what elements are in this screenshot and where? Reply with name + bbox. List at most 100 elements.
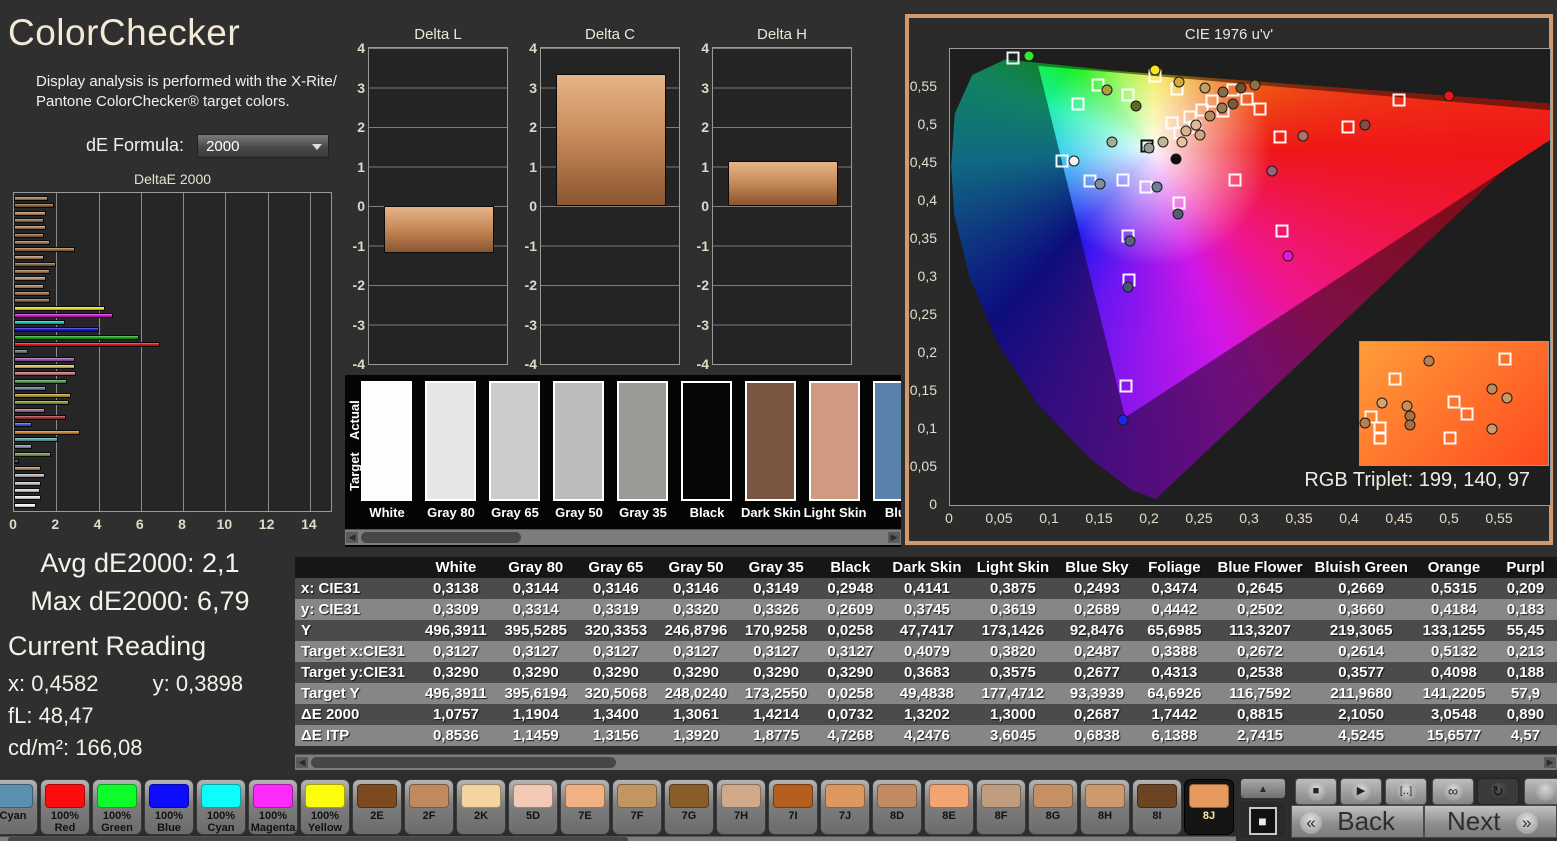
current-cdm2: cd/m²: 166,08	[8, 735, 143, 760]
table-col-header: Light Skin	[969, 557, 1057, 578]
patch-swatch	[461, 784, 501, 808]
patch-label: 7J	[838, 810, 852, 822]
target-square-marker	[1116, 173, 1130, 187]
measured-circle-marker	[1204, 110, 1216, 122]
color-swatch	[553, 381, 604, 501]
scroll-right-icon[interactable]: ▶	[1544, 757, 1556, 768]
patch-button-8j[interactable]: 8J	[1184, 779, 1234, 835]
patch-button-8d[interactable]: 8D	[872, 779, 922, 835]
patch-button-8h[interactable]: 8H	[1080, 779, 1130, 835]
patch-button-7j[interactable]: 7J	[820, 779, 870, 835]
patch-button-7g[interactable]: 7G	[664, 779, 714, 835]
continuous-measure-button[interactable]: ∞	[1432, 778, 1474, 805]
stop-button[interactable]: ■	[1295, 778, 1337, 805]
table-cell: 1,3400	[575, 704, 656, 725]
delta-y-tick: 3	[701, 79, 709, 96]
bottom-scrollbar[interactable]	[0, 836, 1236, 841]
single-measure-button[interactable]: [‥]	[1385, 778, 1427, 805]
table-scrollbar[interactable]: ◀ ▶	[295, 754, 1557, 770]
table-row-label: Y	[295, 620, 417, 641]
square-pattern-icon: ■	[1248, 807, 1277, 835]
swatch-label: Dark Skin	[741, 505, 801, 520]
patch-swatch	[97, 784, 137, 808]
patch-button-8g[interactable]: 8G	[1028, 779, 1078, 835]
scroll-left-icon[interactable]: ◀	[346, 532, 358, 543]
table-row: x: CIE31 0,3138 0,3144 0,3146 0,3146 0,3149 0,…	[295, 578, 1557, 599]
bottom-scroll-thumb[interactable]	[8, 837, 628, 841]
deltae-bar	[14, 291, 50, 296]
patch-button-8i[interactable]: 8I	[1132, 779, 1182, 835]
patch-button-7e[interactable]: 7E	[560, 779, 610, 835]
patch-button-7i[interactable]: 7I	[768, 779, 818, 835]
scroll-left-icon[interactable]: ◀	[296, 757, 308, 768]
inset-measured-circle	[1486, 423, 1498, 435]
target-square-marker	[1071, 97, 1085, 111]
patch-button-2f[interactable]: 2F	[404, 779, 454, 835]
de-formula-dropdown[interactable]: 2000	[197, 134, 330, 158]
table-row-label: Target y:CIE31	[295, 662, 417, 683]
table-cell: 0,3146	[655, 578, 737, 599]
patch-button-7h[interactable]: 7H	[716, 779, 766, 835]
color-swatch	[873, 381, 901, 501]
swatch-label: Blue	[884, 505, 901, 520]
swatch-scrollbar[interactable]: ◀ ▶	[345, 529, 901, 545]
patch-button-8f[interactable]: 8F	[976, 779, 1026, 835]
chevron-down-icon	[312, 144, 323, 150]
delta-y-tick: 4	[357, 40, 365, 56]
table-cell: 1,3061	[655, 704, 737, 725]
patch-button-100-magenta[interactable]: 100% Magenta	[248, 779, 298, 835]
refresh-button[interactable]: ↻	[1477, 778, 1519, 805]
patch-button-8e[interactable]: 8E	[924, 779, 974, 835]
delta-y-tick: 4	[529, 40, 537, 56]
patch-button-100-yellow[interactable]: 100% Yellow	[300, 779, 350, 835]
deltae-bar	[14, 378, 67, 384]
play-button[interactable]: ▶	[1340, 778, 1382, 805]
table-cell: 93,3939	[1056, 683, 1138, 704]
patch-button-100-green[interactable]: 100% Green	[92, 779, 142, 835]
back-button[interactable]: « Back	[1291, 805, 1424, 838]
delta-y-tick: 1	[701, 158, 709, 175]
table-cell: 0,3388	[1137, 641, 1212, 662]
target-square-marker	[1006, 51, 1020, 65]
table-cell: 0,0732	[816, 704, 885, 725]
deltae-bar	[14, 393, 72, 399]
cie-y-tick: 0,55	[909, 78, 937, 94]
patch-button-2e[interactable]: 2E	[352, 779, 402, 835]
delta-y-tick: 3	[529, 79, 537, 96]
scroll-up-button[interactable]: ▲	[1240, 778, 1286, 799]
patch-button-100-red[interactable]: 100% Red	[40, 779, 90, 835]
cie-chart-title: CIE 1976 u'v'	[1184, 26, 1274, 43]
table-cell: 0,213	[1494, 641, 1557, 662]
patch-button-cyan[interactable]: Cyan	[0, 779, 38, 835]
current-fl: fL: 48,47	[8, 703, 94, 728]
table-scroll-thumb[interactable]	[311, 757, 616, 768]
delta-y-tick: 1	[357, 158, 365, 175]
table-cell: 3,6045	[969, 725, 1057, 746]
table-cell: 177,4712	[969, 683, 1057, 704]
delta-y-tick: -3	[696, 316, 709, 333]
measured-circle-marker	[1117, 414, 1129, 426]
patch-label: 5D	[525, 810, 541, 822]
table-cell: 0,3290	[736, 662, 817, 683]
patch-label: 100% Magenta	[250, 810, 296, 834]
color-swatch	[617, 381, 668, 501]
extra-round-button[interactable]	[1524, 778, 1557, 805]
patch-swatch	[149, 784, 189, 808]
up-arrow-icon: ▲	[1258, 784, 1268, 795]
next-button[interactable]: Next »	[1424, 805, 1557, 838]
patch-button-100-blue[interactable]: 100% Blue	[144, 779, 194, 835]
table-cell: 173,1426	[969, 620, 1057, 641]
patch-button-100-cyan[interactable]: 100% Cyan	[196, 779, 246, 835]
table-corner-cell	[295, 557, 417, 578]
display-pattern-button[interactable]: ■	[1238, 800, 1287, 839]
scroll-right-icon[interactable]: ▶	[888, 532, 900, 543]
cie-x-tick: 0,15	[1085, 510, 1113, 526]
patch-button-2k[interactable]: 2K	[456, 779, 506, 835]
table-cell: 0,3127	[416, 641, 496, 662]
table-cell: 133,1255	[1413, 620, 1495, 641]
current-x: x: 0,4582	[8, 671, 99, 696]
measured-circle-marker	[1151, 181, 1163, 193]
swatch-scroll-thumb[interactable]	[361, 532, 521, 543]
patch-button-7f[interactable]: 7F	[612, 779, 662, 835]
patch-button-5d[interactable]: 5D	[508, 779, 558, 835]
